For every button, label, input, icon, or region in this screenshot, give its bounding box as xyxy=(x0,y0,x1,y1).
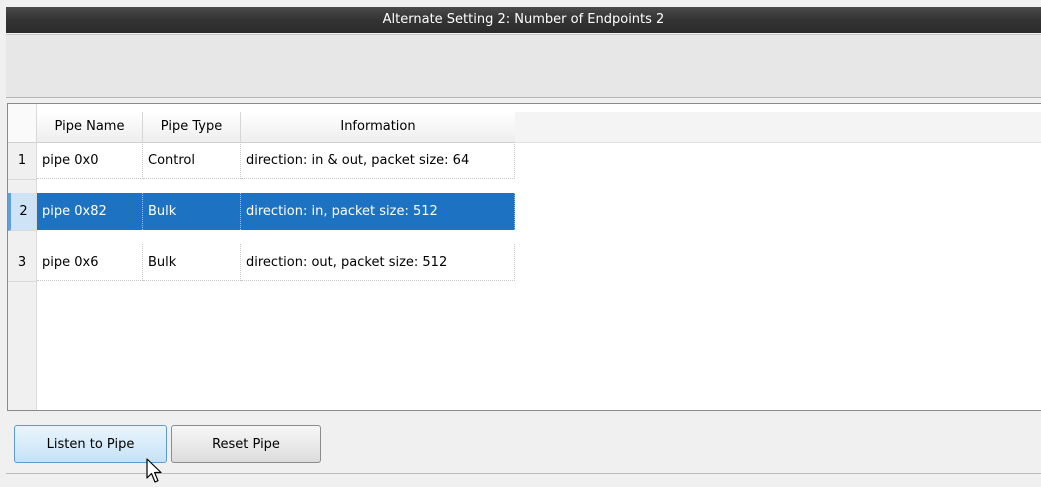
column-header-pipe-name[interactable]: Pipe Name xyxy=(37,112,143,143)
reset-pipe-button[interactable]: Reset Pipe xyxy=(171,425,321,463)
table-cell-information[interactable]: direction: in, packet size: 512 xyxy=(241,193,515,230)
table-cell-pipe-type[interactable]: Control xyxy=(143,142,241,179)
mouse-pointer-icon xyxy=(146,458,162,483)
header-empty-space xyxy=(515,112,1041,143)
row-number[interactable]: 3 xyxy=(8,244,36,282)
table-cell-information[interactable]: direction: in & out, packet size: 64 xyxy=(241,142,515,179)
table-cell-information[interactable]: direction: out, packet size: 512 xyxy=(241,244,515,281)
row-number-selected[interactable]: 2 xyxy=(8,193,36,231)
table-row-selected[interactable]: pipe 0x82 Bulk direction: in, packet siz… xyxy=(37,193,515,230)
toolbar-area xyxy=(6,34,1041,98)
table-cell-pipe-name[interactable]: pipe 0x0 xyxy=(37,142,143,179)
table-cell-pipe-name[interactable]: pipe 0x6 xyxy=(37,244,143,281)
alternate-setting-title: Alternate Setting 2: Number of Endpoints… xyxy=(6,7,1041,33)
table-cell-pipe-type[interactable]: Bulk xyxy=(143,244,241,281)
column-header-pipe-type[interactable]: Pipe Type xyxy=(143,112,241,143)
table-cell-pipe-type[interactable]: Bulk xyxy=(143,193,241,230)
pipes-table[interactable]: Pipe Name Pipe Type Information 1 pipe 0… xyxy=(7,103,1041,411)
listen-to-pipe-button[interactable]: Listen to Pipe xyxy=(14,425,167,463)
table-cell-pipe-name[interactable]: pipe 0x82 xyxy=(37,193,143,230)
table-corner[interactable] xyxy=(8,104,36,143)
column-header-information[interactable]: Information xyxy=(241,112,516,143)
row-number[interactable]: 1 xyxy=(8,142,36,180)
